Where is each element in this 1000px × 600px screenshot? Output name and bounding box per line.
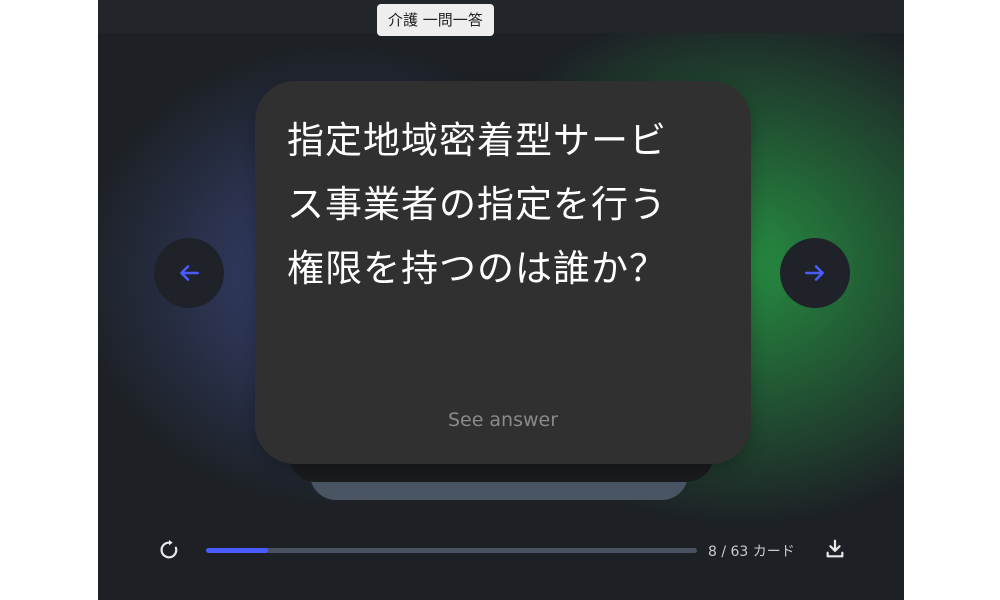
- card-counter: 8 / 63 カード: [708, 544, 795, 560]
- question-text: 指定地域密着型サービス事業者の指定を行う権限を持つのは誰か？: [287, 119, 667, 290]
- next-card-button[interactable]: [780, 238, 850, 308]
- flashcard[interactable]: 指定地域密着型サービス事業者の指定を行う権限を持つのは誰か？ See answe…: [255, 81, 751, 464]
- deck-title-tooltip: 介護 一問一答: [377, 4, 494, 36]
- flashcard-viewer: 介護 一問一答 指定地域密着型サービス事業者の指定を行う権限を持つのは誰か？ S…: [98, 0, 904, 600]
- footer-bar: 8 / 63 カード: [98, 530, 904, 570]
- top-bar: [98, 0, 904, 33]
- progress-bar: [206, 548, 697, 553]
- progress-bar-fill: [206, 548, 269, 553]
- arrow-left-icon: [180, 265, 199, 281]
- see-answer-button[interactable]: See answer: [255, 409, 751, 431]
- arrow-right-icon: [805, 265, 824, 281]
- download-icon[interactable]: [824, 538, 846, 560]
- previous-card-button[interactable]: [154, 238, 224, 308]
- refresh-icon[interactable]: [158, 539, 180, 561]
